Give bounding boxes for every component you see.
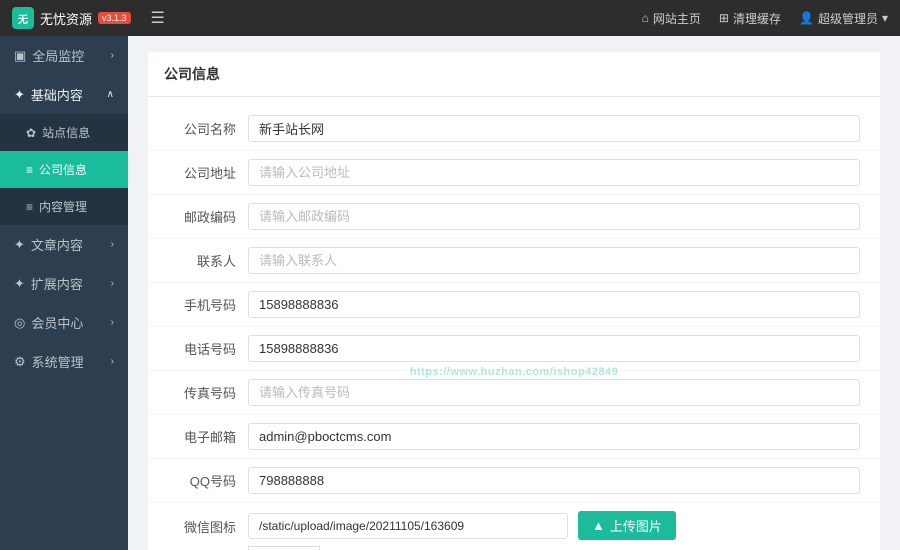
- fax-input[interactable]: [248, 379, 860, 406]
- email-label: 电子邮箱: [168, 427, 248, 446]
- wechat-icon-label: 微信图标: [168, 511, 248, 536]
- upload-icon: ▲: [592, 518, 605, 533]
- chevron-right-icon: ›: [111, 50, 114, 61]
- sidebar-item-label: 基础内容: [31, 85, 83, 104]
- nav-website-link[interactable]: ⌂ 网站主页: [642, 10, 701, 27]
- form-row-wechat-icon: 微信图标 ▲ 上传图片: [148, 503, 880, 550]
- form-row-postal-code: 邮政编码: [148, 195, 880, 239]
- company-name-input[interactable]: [248, 115, 860, 142]
- form-row-mobile: 手机号码: [148, 283, 880, 327]
- member-icon: ◎: [14, 315, 25, 331]
- nav-clear-cache-link[interactable]: ⊞ 清理缓存: [719, 10, 781, 27]
- sidebar-item-jichu-neirong[interactable]: ✦ 基础内容 ∧: [0, 75, 128, 114]
- content-area: https://www.huzhan.com/ishop42849 公司信息 公…: [128, 36, 900, 550]
- chevron-right-icon: ›: [111, 278, 114, 289]
- wechat-icon-path-input[interactable]: [248, 513, 568, 539]
- nav-admin-link[interactable]: 👤 超级管理员 ▾: [799, 10, 888, 27]
- sidebar-item-zhandi-xinxi[interactable]: ✿ 站点信息: [0, 114, 128, 151]
- sidebar: ▣ 全局监控 › ✦ 基础内容 ∧ ✿ 站点信息 ≡ 公司信息: [0, 36, 128, 550]
- form-row-contact: 联系人: [148, 239, 880, 283]
- qq-label: QQ号码: [168, 471, 248, 490]
- page-card-body: 公司名称 公司地址 邮政编码 联系人: [148, 97, 880, 550]
- form-row-email: 电子邮箱: [148, 415, 880, 459]
- sidebar-item-label: 公司信息: [39, 161, 87, 178]
- sidebar-item-huiyuan-zhongxin[interactable]: ◎ 会员中心 ›: [0, 303, 128, 342]
- form-row-company-address: 公司地址: [148, 151, 880, 195]
- wechat-icon-content: ▲ 上传图片: [248, 511, 676, 550]
- cache-icon: ⊞: [719, 11, 729, 25]
- sidebar-item-label: 系统管理: [32, 352, 84, 371]
- contact-input[interactable]: [248, 247, 860, 274]
- sidebar-item-kuozhan-neirong[interactable]: ✦ 扩展内容 ›: [0, 264, 128, 303]
- qr-code-container: 刷新: [248, 546, 320, 550]
- sidebar-item-gongsi-xinxi[interactable]: ≡ 公司信息: [0, 151, 128, 188]
- contact-label: 联系人: [168, 251, 248, 270]
- upload-btn-label: 上传图片: [610, 516, 662, 535]
- nav-clear-cache-label: 清理缓存: [733, 10, 781, 27]
- version-badge: v3.1.3: [98, 12, 131, 24]
- company-address-label: 公司地址: [168, 163, 248, 182]
- phone-label: 电话号码: [168, 339, 248, 358]
- upload-image-button[interactable]: ▲ 上传图片: [578, 511, 676, 540]
- logo-area: 无 无忧资源 v3.1.3: [12, 7, 131, 29]
- sidebar-item-quanju-jiankong[interactable]: ▣ 全局监控 ›: [0, 36, 128, 75]
- hamburger-icon[interactable]: ☰: [151, 8, 165, 28]
- chevron-right-icon: ›: [111, 356, 114, 367]
- sidebar-item-label: 扩展内容: [31, 274, 83, 293]
- sidebar-item-label: 文章内容: [31, 235, 83, 254]
- postal-code-label: 邮政编码: [168, 207, 248, 226]
- sidebar-item-label: 站点信息: [42, 124, 90, 141]
- home-icon: ⌂: [642, 11, 649, 25]
- fax-label: 传真号码: [168, 383, 248, 402]
- page-card: 公司信息 公司名称 公司地址 邮政编码: [148, 52, 880, 550]
- wechat-icon-path-row: ▲ 上传图片: [248, 511, 676, 540]
- sidebar-item-label: 全局监控: [32, 46, 84, 65]
- content-icon: ✦: [14, 87, 25, 103]
- email-input[interactable]: [248, 423, 860, 450]
- phone-input[interactable]: [248, 335, 860, 362]
- company-name-label: 公司名称: [168, 119, 248, 138]
- form-row-phone: 电话号码: [148, 327, 880, 371]
- header-right: ⌂ 网站主页 ⊞ 清理缓存 👤 超级管理员 ▾: [642, 10, 888, 27]
- site-icon: ✿: [26, 126, 36, 140]
- top-header: 无 无忧资源 v3.1.3 ☰ ⌂ 网站主页 ⊞ 清理缓存 👤 超级管理员 ▾: [0, 0, 900, 36]
- content-wrapper: https://www.huzhan.com/ishop42849 公司信息 公…: [148, 52, 880, 550]
- qr-code-image: [248, 546, 320, 550]
- company-icon: ≡: [26, 163, 33, 177]
- monitor-icon: ▣: [14, 48, 26, 64]
- nav-admin-label: 超级管理员: [818, 10, 878, 27]
- mobile-label: 手机号码: [168, 295, 248, 314]
- sidebar-item-label: 内容管理: [39, 198, 87, 215]
- page-title: 公司信息: [164, 66, 220, 82]
- extend-icon: ✦: [14, 276, 25, 292]
- article-icon: ✦: [14, 237, 25, 253]
- user-icon: 👤: [799, 11, 814, 25]
- header-left: 无 无忧资源 v3.1.3 ☰: [12, 7, 165, 29]
- qq-input[interactable]: [248, 467, 860, 494]
- mobile-input[interactable]: [248, 291, 860, 318]
- nav-website-label: 网站主页: [653, 10, 701, 27]
- system-icon: ⚙: [14, 354, 26, 370]
- company-address-input[interactable]: [248, 159, 860, 186]
- form-row-company-name: 公司名称: [148, 107, 880, 151]
- chevron-down-icon: ∧: [107, 89, 114, 100]
- chevron-right-icon: ›: [111, 239, 114, 250]
- postal-code-input[interactable]: [248, 203, 860, 230]
- sidebar-item-xitong-guanli[interactable]: ⚙ 系统管理 ›: [0, 342, 128, 381]
- form-row-qq: QQ号码: [148, 459, 880, 503]
- sidebar-item-neirong-guanli[interactable]: ≡ 内容管理: [0, 188, 128, 225]
- list-icon: ≡: [26, 200, 33, 214]
- page-card-header: 公司信息: [148, 52, 880, 97]
- logo-icon: 无: [12, 7, 34, 29]
- chevron-right-icon: ›: [111, 317, 114, 328]
- main-layout: ▣ 全局监控 › ✦ 基础内容 ∧ ✿ 站点信息 ≡ 公司信息: [0, 36, 900, 550]
- form-row-fax: 传真号码: [148, 371, 880, 415]
- chevron-down-icon: ▾: [882, 11, 888, 25]
- logo-text: 无忧资源: [40, 9, 92, 28]
- sidebar-item-wenzhang-neirong[interactable]: ✦ 文章内容 ›: [0, 225, 128, 264]
- sidebar-item-label: 会员中心: [31, 313, 83, 332]
